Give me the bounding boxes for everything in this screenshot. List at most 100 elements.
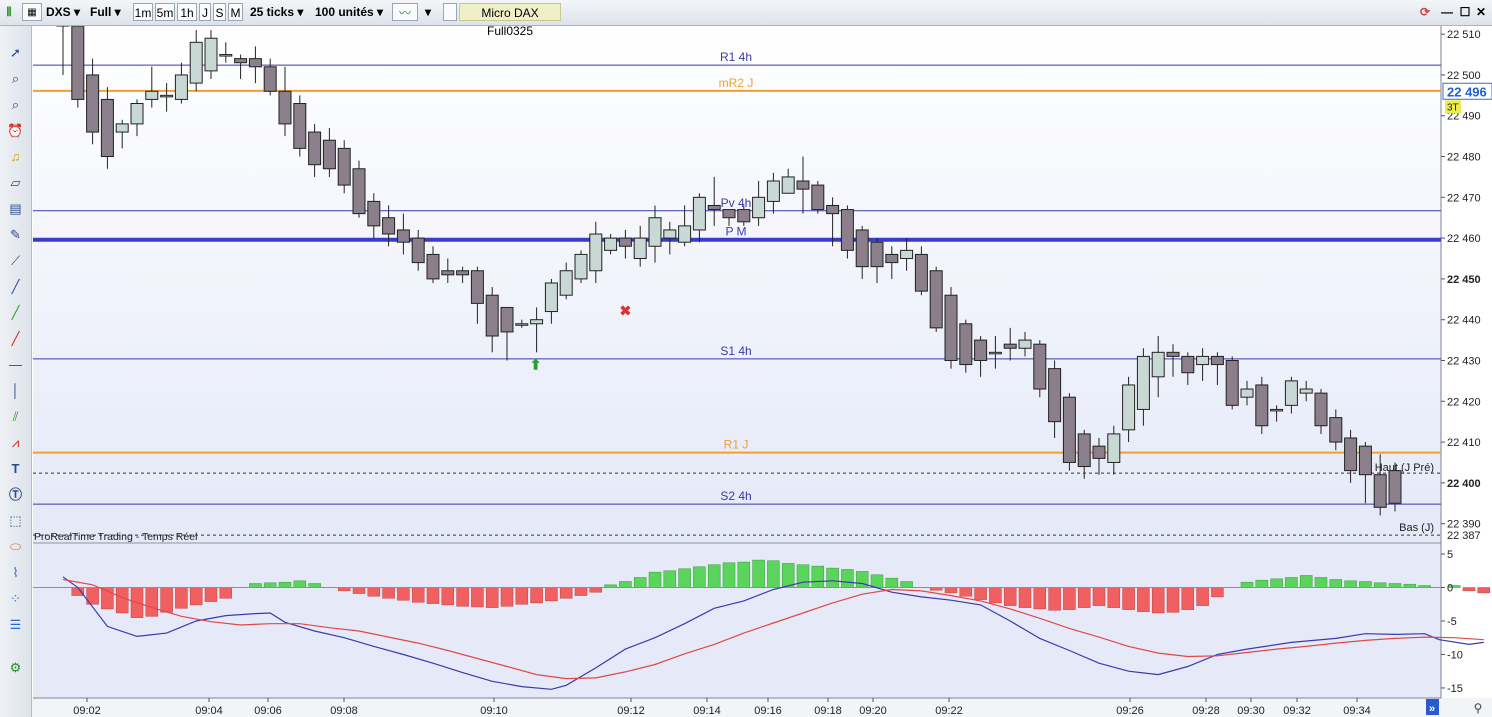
histogram-bar [1403, 583, 1417, 588]
range-selector[interactable]: Full ▾ [90, 3, 128, 21]
candle-body [1136, 355, 1150, 410]
candle-body [855, 229, 869, 268]
chart-grid-icon[interactable]: ▤ [5, 199, 26, 219]
refresh-icon[interactable]: ⟳ [1415, 3, 1435, 21]
chart-type-icon[interactable]: 〰 [392, 3, 418, 21]
y-tick-label: 22 460 [1447, 233, 1481, 245]
h-line-icon[interactable]: — [5, 355, 26, 375]
segment-icon[interactable]: ⟋ [5, 251, 26, 271]
candle-body [678, 225, 692, 243]
bell-icon[interactable]: ♫ [5, 147, 26, 167]
ticks-selector[interactable]: 25 ticks ▾ [250, 3, 310, 21]
ruler-icon[interactable]: ▱ [5, 173, 26, 193]
ellipse-icon[interactable]: ⬭ [5, 537, 26, 557]
contract-label: Micro DAX Full0325 [459, 3, 561, 38]
histogram-bar [160, 587, 173, 613]
level-label: R1 4h [720, 50, 752, 64]
layers-icon[interactable]: ☰ [5, 615, 26, 635]
candle-body [382, 217, 396, 235]
units-selector[interactable]: 100 unités ▾ [315, 3, 387, 21]
y-tick-label: 22 500 [1447, 70, 1481, 82]
x-tick-label: 09:26 [1116, 705, 1144, 717]
period-day-button[interactable]: J [199, 3, 211, 21]
histogram-bar [1388, 583, 1402, 588]
zoom-icon[interactable]: ⌕ [5, 69, 26, 89]
x-tick-label: 09:10 [480, 705, 508, 717]
candle-body [1240, 388, 1254, 398]
histogram-bar [1477, 587, 1491, 594]
trend-up-icon[interactable]: ╱ [5, 303, 26, 323]
period-week-button[interactable]: S [213, 3, 226, 21]
candle-body [766, 180, 780, 202]
chart-type-dropdown-icon[interactable]: ▾ [422, 3, 434, 21]
pencil-icon[interactable]: ✎ [5, 225, 26, 245]
histogram-bar [456, 587, 469, 607]
channel-icon[interactable]: ⫽ [5, 407, 26, 427]
candle-body [145, 90, 159, 100]
period-5m-button[interactable]: 5m [155, 3, 175, 21]
histogram-bar [115, 587, 129, 614]
candle-body [1314, 392, 1328, 427]
candle-body [456, 270, 470, 276]
zoom-detail-icon[interactable]: ⌕ [5, 95, 26, 115]
candle-body [900, 249, 914, 260]
histogram-bar [870, 574, 884, 588]
histogram-bar [1137, 587, 1150, 612]
dashed-level-label: Bas (J) [1399, 522, 1434, 534]
period-month-button[interactable]: M [228, 3, 243, 21]
text-icon[interactable]: T [5, 459, 26, 479]
candle-body [1196, 355, 1210, 366]
histogram-bar [752, 559, 765, 588]
x-tick-label: 09:14 [693, 705, 721, 717]
line-icon[interactable]: ╱ [5, 277, 26, 297]
instrument-selector[interactable]: DXS ▾ [46, 3, 84, 21]
fib-icon[interactable]: ⩘ [5, 433, 26, 453]
brush-icon[interactable]: ⌇ [5, 563, 26, 583]
x-tick-label: 09:16 [754, 705, 782, 717]
v-line-icon[interactable]: │ [5, 381, 26, 401]
candle-body [870, 241, 884, 268]
candle-body [293, 103, 307, 149]
y-tick-label: 22 510 [1447, 29, 1481, 41]
candle-body [396, 229, 410, 243]
close-icon[interactable]: ✕ [1474, 3, 1488, 21]
trend-down-icon[interactable]: ╱ [5, 329, 26, 349]
time-axis-bg [0, 698, 1492, 717]
candle-body [618, 237, 632, 247]
contract-checkbox[interactable] [443, 3, 457, 21]
alarm-icon[interactable]: ⏰ [5, 121, 26, 141]
dots-icon[interactable]: ⁘ [5, 589, 26, 609]
candle-body [1255, 384, 1269, 427]
period-1m-button[interactable]: 1m [133, 3, 153, 21]
candle-body [189, 41, 203, 84]
maximize-icon[interactable]: ☐ [1458, 3, 1472, 21]
histogram-bar [974, 587, 987, 600]
histogram-bar [737, 561, 751, 588]
current-price-label: 22 496 [1447, 84, 1487, 99]
cursor-icon[interactable]: ➚ [5, 43, 26, 63]
candle-body [174, 74, 188, 100]
x-tick-label: 09:04 [195, 705, 223, 717]
rect-icon[interactable]: ⬚ [5, 511, 26, 531]
settings-icon[interactable]: ⚙ [5, 658, 26, 678]
candle-body [1062, 396, 1076, 463]
candle-body [426, 253, 440, 280]
candle-body [337, 147, 351, 186]
histogram-bar [1048, 587, 1061, 611]
histogram-bar [1462, 587, 1476, 592]
candle-body [559, 270, 573, 296]
histogram-bar [722, 562, 736, 588]
oscillator-panel-bg [33, 544, 1441, 698]
candle-body [959, 323, 973, 366]
candle-body [1344, 437, 1358, 472]
candle-body [722, 209, 736, 219]
grid-icon[interactable]: ▦ [22, 3, 42, 21]
candle-body [589, 233, 603, 272]
histogram-bar [1151, 587, 1165, 614]
period-1h-button[interactable]: 1h [177, 3, 197, 21]
text-circle-icon[interactable]: Ⓣ [5, 485, 26, 505]
minimize-icon[interactable]: — [1440, 3, 1454, 21]
histogram-bar [900, 581, 913, 588]
histogram-bar [189, 587, 203, 606]
candle-body [648, 217, 662, 247]
